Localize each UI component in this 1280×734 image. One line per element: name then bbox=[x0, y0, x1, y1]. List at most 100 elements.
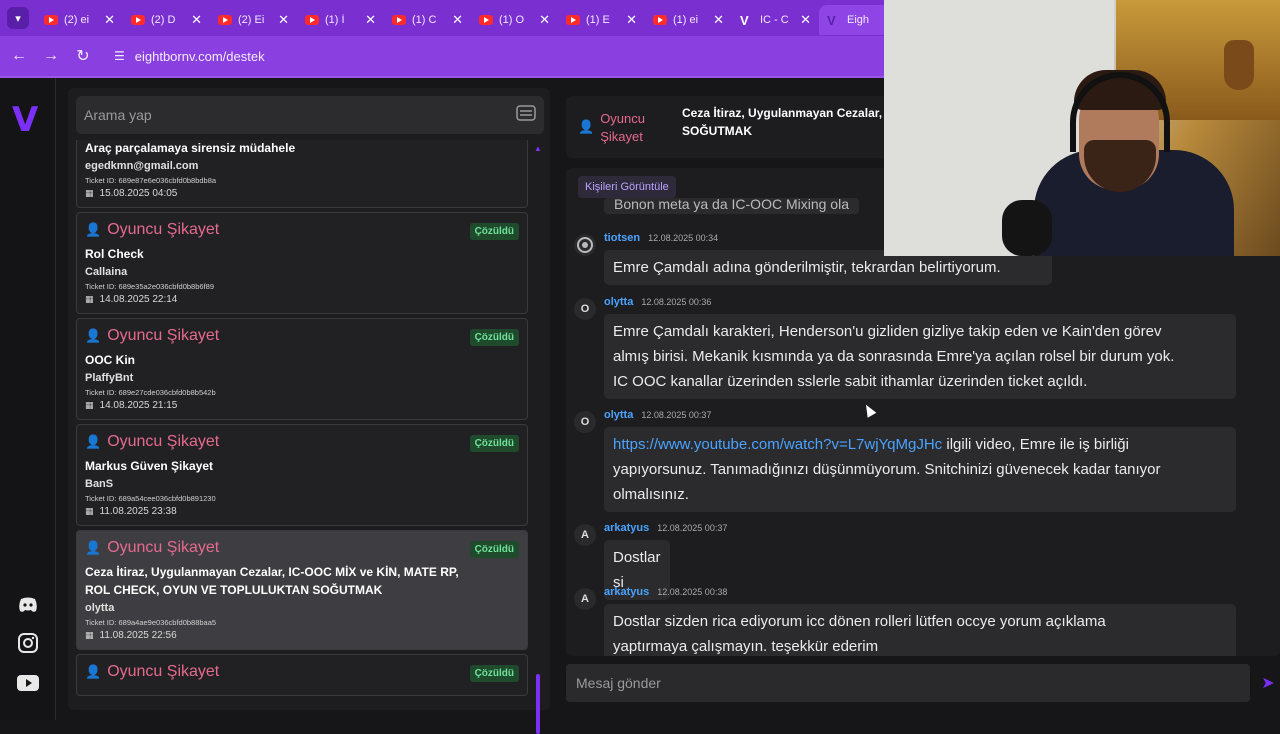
youtube-icon bbox=[653, 15, 667, 25]
avatar: A bbox=[574, 588, 596, 610]
message-bubble: Dostlar sizden rica ediyorum icc dönen r… bbox=[604, 604, 1236, 656]
browser-tab[interactable]: (1) E ✕ bbox=[558, 5, 645, 35]
message-time: 12.08.2025 00:37 bbox=[657, 523, 728, 533]
ticket-card[interactable]: 👤 Oyuncu Şikayet Çözüldü Markus Güven Şik… bbox=[76, 424, 528, 526]
back-arrow-icon[interactable]: ← bbox=[10, 47, 28, 65]
message-meta: olytta 12.08.2025 00:36 bbox=[604, 296, 711, 308]
message-author[interactable]: olytta bbox=[604, 296, 633, 308]
ticket-id: Ticket ID: 689a4ae9e036cbfd0b88baa5 bbox=[85, 618, 217, 627]
message-meta: arkatyus 12.08.2025 00:38 bbox=[604, 586, 727, 598]
ticket-category: 👤 Oyuncu Şikayet bbox=[85, 433, 220, 450]
close-tab-icon[interactable]: ✕ bbox=[800, 12, 811, 28]
ticket-category: 👤 Oyuncu Şikayet bbox=[85, 539, 220, 556]
ticket-category: 👤 Oyuncu Şikayet bbox=[85, 221, 220, 238]
browser-tab[interactable]: (1) İ ✕ bbox=[297, 5, 384, 35]
browser-tab[interactable]: (1) O ✕ bbox=[471, 5, 558, 35]
close-tab-icon[interactable]: ✕ bbox=[278, 12, 289, 28]
status-badge: Çözüldü bbox=[469, 541, 519, 558]
user-alert-icon: 👤 bbox=[85, 540, 102, 555]
user-alert-icon: 👤 bbox=[85, 222, 102, 237]
discord-icon[interactable] bbox=[17, 594, 39, 616]
ticket-user: BanS bbox=[85, 478, 114, 490]
browser-tab[interactable]: (2) Ei ✕ bbox=[210, 5, 297, 35]
ticket-card[interactable]: Araç parçalamaya sirensiz müdahele egedk… bbox=[76, 140, 528, 208]
ticket-user: olytta bbox=[85, 602, 115, 614]
calendar-icon: ▦ bbox=[85, 188, 94, 198]
instagram-icon[interactable] bbox=[17, 632, 39, 654]
search-input[interactable] bbox=[84, 107, 516, 123]
calendar-icon: ▦ bbox=[85, 630, 94, 640]
youtube-icon bbox=[44, 15, 58, 25]
reload-icon[interactable]: ↻ bbox=[74, 46, 92, 66]
conversation-title: Ceza İtiraz, Uygulanmayan Cezalar, SOĞUT… bbox=[682, 106, 883, 138]
tab-search-button[interactable]: ▾ bbox=[0, 0, 36, 36]
ticket-category: 👤 Oyuncu Şikayet bbox=[85, 327, 220, 344]
calendar-icon: ▦ bbox=[85, 400, 94, 410]
ticket-id: Ticket ID: 689a54cee036cbfd0b891230 bbox=[85, 494, 216, 503]
calendar-icon: ▦ bbox=[85, 506, 94, 516]
ticket-id: Ticket ID: 689e35a2e036cbfd0b8b6f89 bbox=[85, 282, 214, 291]
ticket-list-scrollbar[interactable]: ▲ ▼ bbox=[534, 144, 542, 734]
message-meta: tiotsen 12.08.2025 00:34 bbox=[604, 232, 718, 244]
ticket-card[interactable]: 👤 Oyuncu Şikayet Çözüldü OOC Kin PlaffyBn… bbox=[76, 318, 528, 420]
close-tab-icon[interactable]: ✕ bbox=[452, 12, 463, 28]
ticket-card[interactable]: 👤 Oyuncu Şikayet Çözüldü bbox=[76, 654, 528, 696]
scroll-thumb[interactable] bbox=[536, 674, 540, 734]
status-badge: Çözüldü bbox=[469, 435, 519, 452]
close-tab-icon[interactable]: ✕ bbox=[539, 12, 550, 28]
message-time: 12.08.2025 00:38 bbox=[657, 587, 728, 597]
url-field[interactable]: ☰ eightbornv.com/destek bbox=[114, 49, 265, 64]
chevron-down-icon: ▾ bbox=[7, 7, 29, 29]
youtube-icon[interactable] bbox=[17, 672, 39, 694]
youtube-icon bbox=[131, 15, 145, 25]
microphone bbox=[1002, 200, 1052, 256]
message-author[interactable]: olytta bbox=[604, 409, 633, 421]
ticket-category: 👤 Oyuncu Şikayet bbox=[85, 663, 220, 680]
ticket-date: ▦ 11.08.2025 23:38 bbox=[85, 506, 177, 517]
youtube-icon bbox=[479, 15, 493, 25]
ticket-card[interactable]: 👤 Oyuncu Şikayet Çözüldü Rol Check Callai… bbox=[76, 212, 528, 314]
close-tab-icon[interactable]: ✕ bbox=[191, 12, 202, 28]
browser-tab[interactable]: (1) C ✕ bbox=[384, 5, 471, 35]
ticket-card-selected[interactable]: 👤 Oyuncu Şikayet Çözüldü Ceza İtiraz, Uyg… bbox=[76, 530, 528, 650]
avatar: O bbox=[574, 298, 596, 320]
ticket-date: ▦ 11.08.2025 22:56 bbox=[85, 630, 177, 641]
message-time: 12.08.2025 00:34 bbox=[648, 233, 719, 243]
message-bubble: https://www.youtube.com/watch?v=L7wjYqMg… bbox=[604, 427, 1236, 512]
scroll-up-icon[interactable]: ▲ bbox=[534, 144, 542, 153]
send-icon[interactable]: ➤ bbox=[1256, 664, 1280, 702]
youtube-icon bbox=[218, 15, 232, 25]
browser-tab[interactable]: (2) ei ✕ bbox=[36, 5, 123, 35]
ticket-user: PlaffyBnt bbox=[85, 372, 134, 384]
message-time: 12.08.2025 00:37 bbox=[641, 410, 712, 420]
ticket-list-panel: Araç parçalamaya sirensiz müdahele egedk… bbox=[68, 88, 550, 734]
message-author[interactable]: arkatyus bbox=[604, 522, 649, 534]
close-tab-icon[interactable]: ✕ bbox=[365, 12, 376, 28]
ticket-title: Markus Güven Şikayet bbox=[85, 459, 214, 473]
browser-tab[interactable]: (1) ei ✕ bbox=[645, 5, 732, 35]
webcam-overlay bbox=[884, 0, 1280, 256]
close-tab-icon[interactable]: ✕ bbox=[626, 12, 637, 28]
site-logo[interactable]: V bbox=[12, 100, 38, 140]
ticket-id: Ticket ID: 689e87e6e036cbfd0b8bdb8a bbox=[85, 176, 217, 185]
message-input[interactable] bbox=[576, 675, 1240, 691]
filter-icon[interactable] bbox=[516, 104, 536, 126]
video-link[interactable]: https://www.youtube.com/watch?v=L7wjYqMg… bbox=[613, 436, 942, 453]
user-alert-icon: 👤 bbox=[85, 434, 102, 449]
message-bubble: Bonon meta ya da IC-OOC Mixing ola bbox=[604, 198, 859, 214]
webcam-vase bbox=[1224, 40, 1254, 90]
scroll-down-icon[interactable]: ▼ bbox=[534, 695, 542, 704]
youtube-icon bbox=[392, 15, 406, 25]
browser-tab[interactable]: (2) D ✕ bbox=[123, 5, 210, 35]
forward-arrow-icon[interactable]: → bbox=[42, 47, 60, 65]
message-author[interactable]: tiotsen bbox=[604, 232, 640, 244]
browser-tab[interactable]: V IC - C ✕ bbox=[732, 5, 819, 35]
close-tab-icon[interactable]: ✕ bbox=[713, 12, 724, 28]
close-tab-icon[interactable]: ✕ bbox=[104, 12, 115, 28]
user-alert-icon: 👤 bbox=[578, 119, 595, 134]
left-rail: V bbox=[0, 78, 56, 720]
view-people-button[interactable]: Kişileri Görüntüle bbox=[578, 176, 676, 198]
site-settings-icon[interactable]: ☰ bbox=[114, 49, 125, 63]
message-meta: arkatyus 12.08.2025 00:37 bbox=[604, 522, 727, 534]
message-author[interactable]: arkatyus bbox=[604, 586, 649, 598]
